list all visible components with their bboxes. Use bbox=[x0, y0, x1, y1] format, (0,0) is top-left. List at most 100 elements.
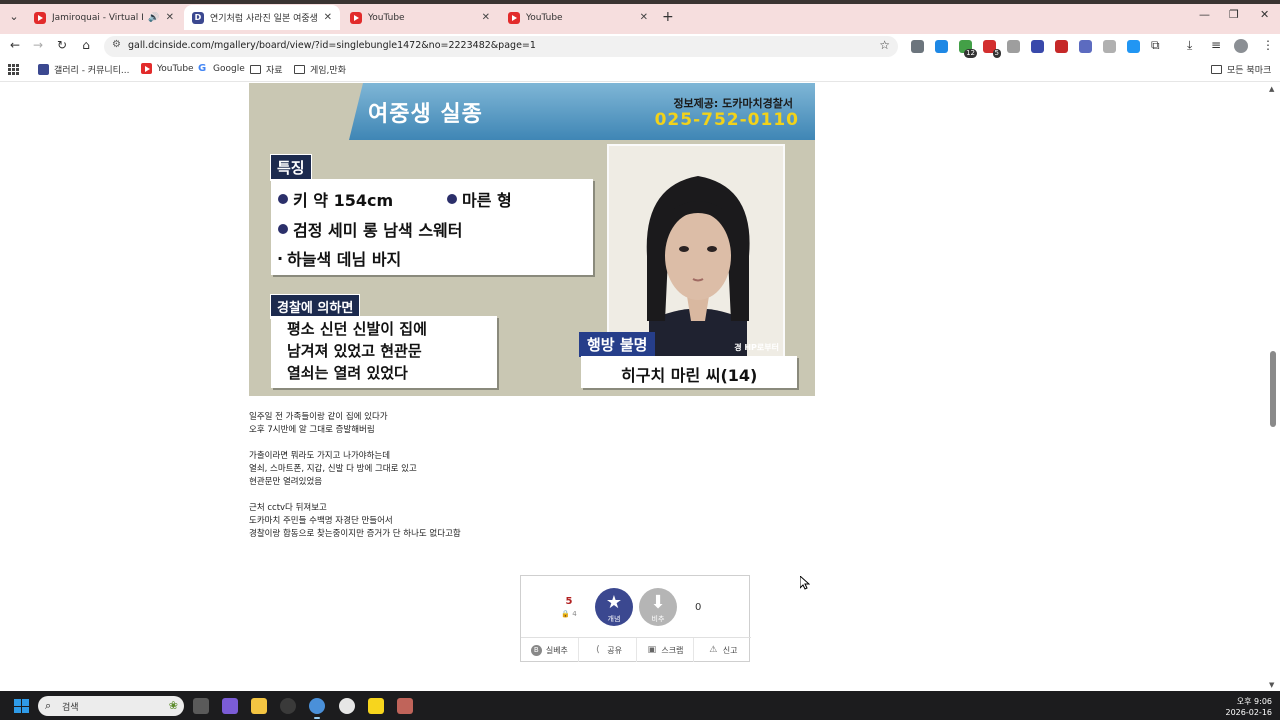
tab-title: Jamiroquai - Virtual Insanity bbox=[52, 12, 144, 23]
restore-icon[interactable]: ❐ bbox=[1229, 8, 1239, 21]
extension-shield-icon[interactable] bbox=[1079, 40, 1092, 53]
close-tab-icon[interactable]: ✕ bbox=[324, 12, 332, 23]
extension-translate-icon[interactable] bbox=[911, 40, 924, 53]
extension-download-icon[interactable] bbox=[1127, 40, 1140, 53]
media-control-icon[interactable]: ≡ bbox=[1211, 38, 1221, 52]
report-button[interactable]: ⚠ 신고 bbox=[694, 638, 751, 662]
extension-red-icon[interactable]: 5 bbox=[983, 40, 1001, 58]
name-box: 히구치 마린 씨(14) bbox=[581, 356, 797, 388]
chrome-icon[interactable] bbox=[309, 698, 325, 719]
tab-strip: ⌄ Jamiroquai - Virtual Insanity 🔊 ✕ D 연기… bbox=[0, 0, 1280, 34]
article-line: 현관문만 열려있었음 bbox=[249, 477, 323, 487]
feature-height: 키 약 154cm bbox=[278, 187, 393, 211]
reload-icon[interactable]: ↻ bbox=[53, 38, 71, 52]
site-info-icon[interactable]: ⚙ bbox=[112, 39, 121, 50]
file-explorer-icon[interactable] bbox=[251, 698, 267, 714]
windows-start-icon[interactable] bbox=[14, 699, 29, 713]
window-close-icon[interactable]: ✕ bbox=[1260, 8, 1269, 21]
tab-youtube-1[interactable]: YouTube ✕ bbox=[342, 5, 498, 30]
tab-dcinside-active[interactable]: D 연기처럼 사라진 일본 여중생 ✕ bbox=[184, 5, 340, 30]
task-view-icon[interactable] bbox=[193, 698, 209, 714]
scrap-button[interactable]: ▣ 스크랩 bbox=[637, 638, 695, 662]
missing-person-name: 히구치 마린 씨(14) bbox=[621, 366, 758, 385]
minimize-icon[interactable]: — bbox=[1199, 8, 1210, 21]
copilot-icon[interactable] bbox=[222, 698, 238, 714]
bookmark-star-icon[interactable]: ☆ bbox=[879, 38, 890, 52]
article-line: 오후 7시반에 알 그대로 증발해버림 bbox=[249, 425, 375, 435]
extension-indigo-icon[interactable] bbox=[1031, 40, 1044, 53]
bookmark-label: Google bbox=[213, 63, 245, 74]
downloads-icon[interactable]: ⤓ bbox=[1187, 38, 1192, 53]
home-icon[interactable]: ⌂ bbox=[77, 38, 95, 52]
bookmark-google[interactable]: G Google bbox=[198, 63, 245, 74]
bookmark-label: 자료 bbox=[266, 66, 283, 76]
url-text[interactable]: gall.dcinside.com/mgallery/board/view/?i… bbox=[128, 40, 536, 51]
bullet-dot bbox=[447, 194, 457, 204]
feature-bottom-text: 하늘색 데님 바지 bbox=[287, 250, 402, 269]
back-arrow-icon[interactable]: ← bbox=[6, 38, 24, 52]
extension-blue-icon[interactable] bbox=[935, 40, 948, 53]
extension-grey-icon[interactable] bbox=[1007, 40, 1020, 53]
best-badge-icon: B bbox=[530, 644, 542, 656]
bookmark-all[interactable]: 모든 북마크 bbox=[1211, 63, 1271, 76]
upvote-count: 5 bbox=[565, 596, 573, 607]
kakaotalk-icon[interactable] bbox=[368, 698, 384, 714]
bookmark-folder-resources[interactable]: 자료 bbox=[250, 63, 283, 76]
speaker-icon[interactable]: 🔊 bbox=[148, 13, 159, 23]
new-tab-plus-icon[interactable]: + bbox=[662, 9, 674, 25]
profile-avatar[interactable] bbox=[1234, 39, 1248, 53]
feature-top: 검정 세미 롱 남색 스웨터 bbox=[278, 217, 462, 241]
share-button[interactable]: ⟨ 공유 bbox=[579, 638, 637, 662]
tab-jamiroquai[interactable]: Jamiroquai - Virtual Insanity 🔊 ✕ bbox=[26, 5, 182, 30]
police-line: 평소 신던 신발이 집에 bbox=[287, 320, 427, 338]
bookmark-youtube[interactable]: YouTube bbox=[141, 63, 194, 74]
scrollbar-thumb[interactable] bbox=[1270, 351, 1276, 427]
dcinside-icon: D bbox=[192, 11, 204, 24]
system-clock[interactable]: 오후 9:06 2026-02-16 bbox=[1226, 696, 1273, 718]
menu-kebab-icon[interactable]: ⋮ bbox=[1262, 38, 1274, 52]
apps-grid-icon[interactable] bbox=[8, 64, 19, 75]
scroll-up-arrow-icon[interactable]: ▲ bbox=[1269, 85, 1274, 93]
address-bar[interactable]: ⚙ gall.dcinside.com/mgallery/board/view/… bbox=[104, 36, 898, 57]
extension-leaf-icon[interactable] bbox=[1103, 40, 1116, 53]
thumb-down-icon: ⬇ bbox=[650, 592, 666, 613]
downvote-button[interactable]: ⬇ 비추 bbox=[639, 588, 677, 626]
article-line: 도카마치 주민들 수백명 자경단 만들어서 bbox=[249, 516, 393, 526]
bookmark-gallery[interactable]: 갤러리 - 커뮤니티... bbox=[38, 63, 130, 76]
tab-title: YouTube bbox=[526, 12, 563, 23]
close-tab-icon[interactable]: ✕ bbox=[640, 12, 648, 23]
vote-area: 5 🔒 4 ★ 개념 ⬇ 비추 0 bbox=[521, 576, 751, 637]
page-scrollbar[interactable]: ▲ ▼ bbox=[1269, 83, 1277, 691]
police-line: 열쇠는 열려 있었다 bbox=[287, 364, 408, 382]
bookmarks-bar: 갤러리 - 커뮤니티... YouTube G Google 자료 게임,만화 … bbox=[0, 58, 1280, 82]
close-tab-icon[interactable]: ✕ bbox=[166, 12, 174, 23]
feature-build: 마른 형 bbox=[447, 187, 512, 211]
article-line: 가출이라면 뭐라도 가지고 나가야하는데 bbox=[249, 451, 391, 461]
taskbar-search[interactable]: ⌕ 검색 ❀ bbox=[38, 696, 184, 716]
article-line bbox=[249, 489, 461, 502]
tab-youtube-2[interactable]: YouTube ✕ bbox=[500, 5, 656, 30]
app-avatar-icon[interactable] bbox=[397, 698, 413, 714]
scroll-down-arrow-icon[interactable]: ▼ bbox=[1269, 681, 1274, 689]
best-recommend-button[interactable]: B 실베추 bbox=[521, 638, 579, 662]
folder-plus-icon: ▣ bbox=[647, 644, 657, 655]
article-line: 열쇠, 스마트폰, 지갑, 신발 다 방에 그대로 있고 bbox=[249, 464, 417, 474]
youtube-icon bbox=[508, 11, 520, 24]
portrait-illustration bbox=[609, 146, 783, 356]
search-icon: ⌕ bbox=[45, 699, 52, 712]
bookmark-folder-games[interactable]: 게임,만화 bbox=[294, 63, 346, 76]
extension-stop-icon[interactable] bbox=[1055, 40, 1068, 53]
upvote-button[interactable]: ★ 개념 bbox=[595, 588, 633, 626]
upvote-label: 개념 bbox=[607, 615, 621, 623]
tab-search-chevron-icon[interactable]: ⌄ bbox=[6, 9, 22, 25]
clock-date: 2026-02-16 bbox=[1225, 708, 1273, 717]
info-source: 정보제공: 도카마치경찰서 bbox=[673, 97, 793, 110]
forward-arrow-icon[interactable]: → bbox=[29, 38, 47, 52]
missing-person-photo: 경 HP로부터 bbox=[607, 144, 785, 358]
app-chat-icon[interactable] bbox=[339, 698, 355, 714]
extensions-puzzle-icon[interactable]: ⧉ bbox=[1151, 38, 1160, 53]
extension-green-icon[interactable]: 12 bbox=[959, 40, 977, 58]
close-tab-icon[interactable]: ✕ bbox=[482, 12, 490, 23]
article-image[interactable]: 여중생 실종 정보제공: 도카마치경찰서 025-752-0110 특징 키 약… bbox=[249, 83, 815, 396]
app-circle-icon[interactable] bbox=[280, 698, 296, 714]
